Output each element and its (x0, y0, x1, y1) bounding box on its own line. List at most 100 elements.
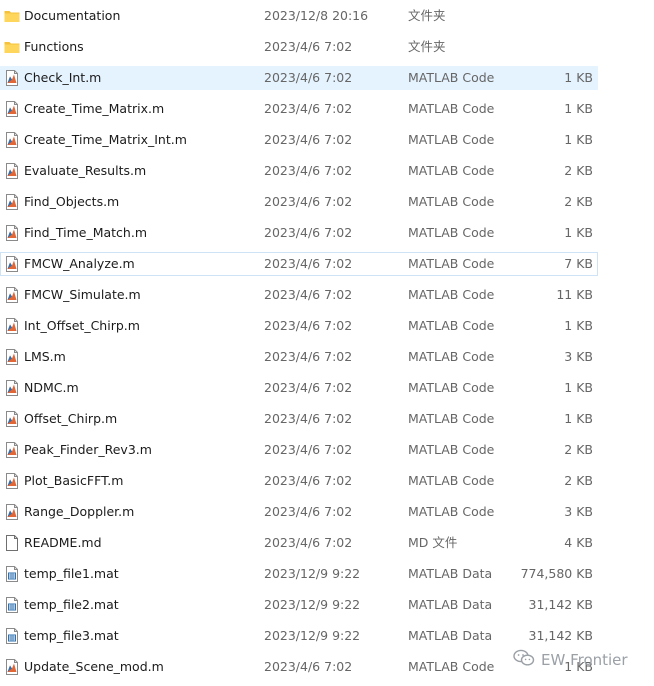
file-date-modified: 2023/4/6 7:02 (264, 194, 353, 209)
file-row[interactable]: temp_file3.mat 2023/12/9 9:22 MATLAB Data 3… (0, 624, 598, 648)
file-date-modified: 2023/12/9 9:22 (264, 628, 361, 643)
file-date-modified: 2023/12/9 9:22 (264, 566, 361, 581)
file-row[interactable]: temp_file1.mat 2023/12/9 9:22 MATLAB Data 7… (0, 562, 598, 586)
file-row[interactable]: Plot_BasicFFT.m 2023/4/6 7:02 MATLAB Code 2… (0, 469, 598, 493)
file-row[interactable]: FMCW_Simulate.m 2023/4/6 7:02 MATLAB Code 1… (0, 283, 598, 307)
file-name: Offset_Chirp.m (24, 411, 118, 426)
file-row[interactable]: temp_file2.mat 2023/12/9 9:22 MATLAB Data 3… (0, 593, 598, 617)
matlab-code-file-icon (4, 287, 20, 303)
file-type: MATLAB Code (408, 318, 495, 333)
file-row[interactable]: FMCW_Analyze.m 2023/4/6 7:02 MATLAB Code 7 … (0, 252, 598, 276)
file-type: MATLAB Code (408, 411, 495, 426)
matlab-code-file-icon (4, 70, 20, 86)
matlab-code-file-icon (4, 380, 20, 396)
file-row[interactable]: Peak_Finder_Rev3.m 2023/4/6 7:02 MATLAB Co… (0, 438, 598, 462)
file-name: Documentation (24, 8, 121, 23)
file-type: 文件夹 (408, 39, 446, 54)
file-date-modified: 2023/4/6 7:02 (264, 380, 353, 395)
file-name: NDMC.m (24, 380, 79, 395)
file-size: 3 KB (564, 504, 593, 519)
file-type: MATLAB Code (408, 194, 495, 209)
file-name: Create_Time_Matrix_Int.m (24, 132, 187, 147)
file-date-modified: 2023/4/6 7:02 (264, 442, 353, 457)
file-row[interactable]: Documentation 2023/12/8 20:16 文件夹 (0, 4, 598, 28)
file-size: 3 KB (564, 349, 593, 364)
file-size: 1 KB (564, 411, 593, 426)
document-file-icon (4, 535, 20, 551)
file-type: MATLAB Code (408, 380, 495, 395)
file-type: MATLAB Code (408, 442, 495, 457)
file-type: MATLAB Code (408, 101, 495, 116)
file-name: Create_Time_Matrix.m (24, 101, 165, 116)
file-date-modified: 2023/4/6 7:02 (264, 473, 353, 488)
matlab-code-file-icon (4, 442, 20, 458)
watermark: EW Frontier (513, 649, 628, 671)
file-row[interactable]: NDMC.m 2023/4/6 7:02 MATLAB Code 1 KB (0, 376, 598, 400)
file-date-modified: 2023/4/6 7:02 (264, 163, 353, 178)
file-size: 2 KB (564, 163, 593, 178)
file-name: Evaluate_Results.m (24, 163, 147, 178)
matlab-code-file-icon (4, 225, 20, 241)
file-size: 2 KB (564, 442, 593, 457)
file-type: MATLAB Code (408, 287, 495, 302)
file-row[interactable]: Find_Time_Match.m 2023/4/6 7:02 MATLAB Cod… (0, 221, 598, 245)
file-size: 2 KB (564, 473, 593, 488)
matlab-code-file-icon (4, 349, 20, 365)
matlab-code-file-icon (4, 504, 20, 520)
wechat-icon (513, 649, 535, 671)
file-row[interactable]: Offset_Chirp.m 2023/4/6 7:02 MATLAB Code 1 … (0, 407, 598, 431)
file-size: 11 KB (556, 287, 593, 302)
file-row[interactable]: Update_Scene_mod.m 2023/4/6 7:02 MATLAB Co… (0, 655, 598, 679)
file-type: MATLAB Code (408, 225, 495, 240)
file-type: MATLAB Code (408, 659, 495, 674)
matlab-code-file-icon (4, 318, 20, 334)
file-type: MATLAB Code (408, 256, 495, 271)
file-row[interactable]: Int_Offset_Chirp.m 2023/4/6 7:02 MATLAB Co… (0, 314, 598, 338)
file-date-modified: 2023/12/9 9:22 (264, 597, 361, 612)
file-size: 4 KB (564, 535, 593, 550)
file-date-modified: 2023/4/6 7:02 (264, 287, 353, 302)
matlab-data-file-icon (4, 628, 20, 644)
matlab-data-file-icon (4, 597, 20, 613)
file-size: 31,142 KB (528, 597, 593, 612)
file-type: MATLAB Code (408, 163, 495, 178)
matlab-data-file-icon (4, 566, 20, 582)
file-size: 1 KB (564, 101, 593, 116)
file-row[interactable]: README.md 2023/4/6 7:02 MD 文件 4 KB (0, 531, 598, 555)
matlab-code-file-icon (4, 194, 20, 210)
matlab-code-file-icon (4, 411, 20, 427)
file-size: 1 KB (564, 70, 593, 85)
file-name: README.md (24, 535, 102, 550)
file-date-modified: 2023/4/6 7:02 (264, 70, 353, 85)
file-type: MATLAB Data (408, 566, 493, 581)
file-type: MATLAB Code (408, 132, 495, 147)
matlab-code-file-icon (4, 659, 20, 675)
file-size: 1 KB (564, 380, 593, 395)
file-row[interactable]: Functions 2023/4/6 7:02 文件夹 (0, 35, 598, 59)
file-size: 2 KB (564, 194, 593, 209)
matlab-code-file-icon (4, 256, 20, 272)
file-name: Find_Objects.m (24, 194, 120, 209)
file-name: Range_Doppler.m (24, 504, 135, 519)
file-size: 774,580 KB (520, 566, 593, 581)
file-type: MATLAB Code (408, 70, 495, 85)
file-date-modified: 2023/4/6 7:02 (264, 535, 353, 550)
matlab-code-file-icon (4, 163, 20, 179)
file-date-modified: 2023/4/6 7:02 (264, 132, 353, 147)
file-date-modified: 2023/12/8 20:16 (264, 8, 369, 23)
file-row[interactable]: Evaluate_Results.m 2023/4/6 7:02 MATLAB Co… (0, 159, 598, 183)
file-type: MATLAB Code (408, 349, 495, 364)
folder-icon (4, 39, 20, 55)
file-row[interactable]: Check_Int.m 2023/4/6 7:02 MATLAB Code 1 KB (0, 66, 598, 90)
file-row[interactable]: Create_Time_Matrix.m 2023/4/6 7:02 MATLAB … (0, 97, 598, 121)
file-type: 文件夹 (408, 8, 446, 23)
file-row[interactable]: LMS.m 2023/4/6 7:02 MATLAB Code 3 KB (0, 345, 598, 369)
file-name: Update_Scene_mod.m (24, 659, 164, 674)
file-row[interactable]: Range_Doppler.m 2023/4/6 7:02 MATLAB Code 3… (0, 500, 598, 524)
matlab-code-file-icon (4, 101, 20, 117)
file-name: Plot_BasicFFT.m (24, 473, 124, 488)
file-row[interactable]: Find_Objects.m 2023/4/6 7:02 MATLAB Code 2 … (0, 190, 598, 214)
file-date-modified: 2023/4/6 7:02 (264, 256, 353, 271)
file-row[interactable]: Create_Time_Matrix_Int.m 2023/4/6 7:02 MAT… (0, 128, 598, 152)
file-size: 7 KB (564, 256, 593, 271)
